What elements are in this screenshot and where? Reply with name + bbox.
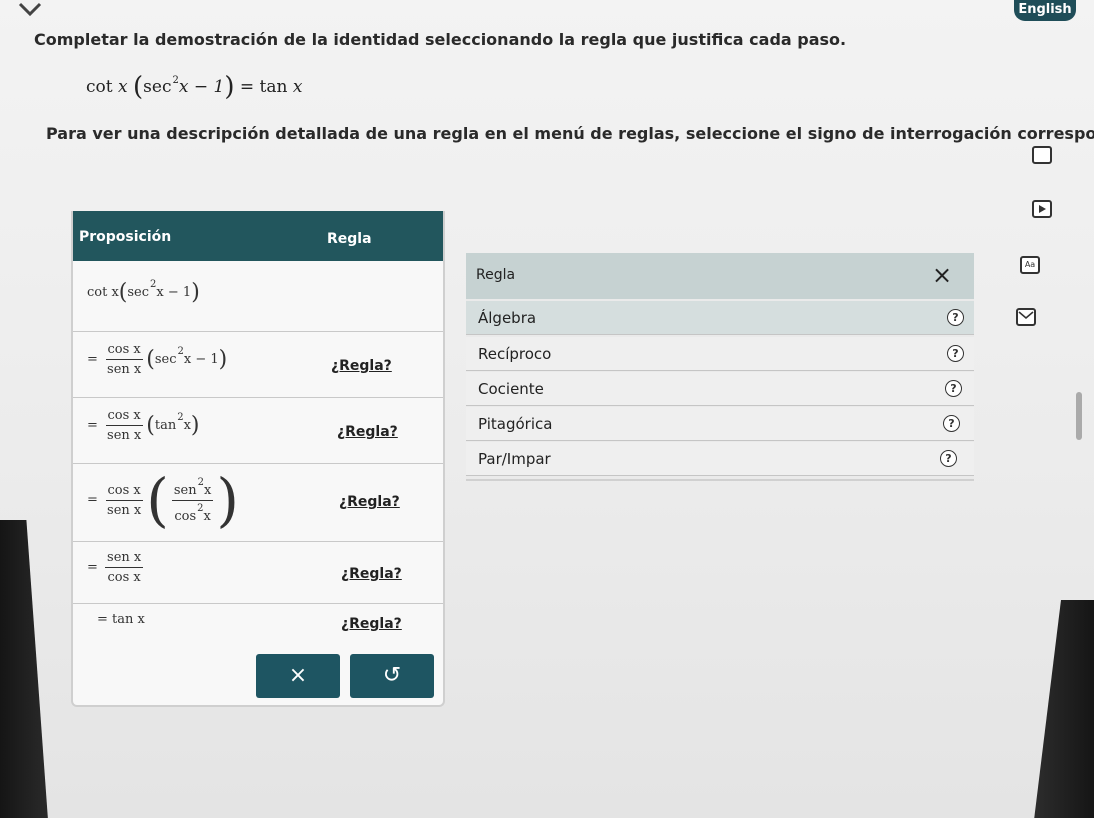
- rules-panel-title: Regla: [476, 267, 516, 283]
- statement-6: = tan x: [97, 612, 145, 627]
- rule-select-6[interactable]: ¿Regla?: [341, 616, 402, 632]
- mail-icon[interactable]: [1016, 308, 1036, 326]
- screen: English Completar la demostración de la …: [0, 0, 1094, 818]
- proof-row-2: = cos x sen x (sec2x − 1) ¿Regla?: [73, 331, 443, 397]
- statement-2: = cos x sen x (sec2x − 1): [87, 342, 228, 377]
- rule-select-5[interactable]: ¿Regla?: [341, 566, 402, 582]
- rule-select-2[interactable]: ¿Regla?: [331, 358, 392, 374]
- stmt4-inner-den-var: x: [203, 508, 211, 524]
- english-language-button[interactable]: English: [1014, 0, 1076, 21]
- stmt5-eq: =: [87, 560, 98, 575]
- rule-item-cociente[interactable]: Cociente ?: [466, 372, 974, 406]
- help-icon[interactable]: ?: [945, 380, 962, 397]
- proof-row-1: cot x(sec2x − 1): [73, 261, 443, 331]
- proof-row-3: = cos x sen x (tan2x) ¿Regla?: [73, 397, 443, 463]
- rules-panel: Regla × Álgebra ? Recíproco ? Cociente ?…: [466, 253, 974, 481]
- stmt4-eq: =: [87, 492, 98, 508]
- stmt2-tail: x − 1: [183, 352, 219, 367]
- identity-rhs-var: x: [292, 77, 303, 97]
- statement-1: cot x(sec2x − 1): [87, 279, 200, 305]
- text-size-icon[interactable]: Aa: [1020, 256, 1040, 274]
- statement-3: = cos x sen x (tan2x): [87, 408, 200, 443]
- stmt1-cot: cot x: [87, 285, 119, 300]
- proof-row-4: = cos x sen x(sen2x cos2x) ¿Regla?: [73, 463, 443, 541]
- stmt3-fraction: cos x sen x: [105, 408, 143, 443]
- stmt5-num: sen x: [105, 550, 144, 568]
- chevron-down-icon[interactable]: [16, 0, 44, 20]
- stmt4-inner-num-var: x: [204, 482, 212, 498]
- statement-4: = cos x sen x(sen2x cos2x): [87, 466, 239, 534]
- rule-label-par-impar: Par/Impar: [478, 450, 551, 468]
- rule-item-par-impar[interactable]: Par/Impar ?: [466, 442, 974, 476]
- help-icon[interactable]: ?: [943, 415, 960, 432]
- rule-item-algebra[interactable]: Álgebra ?: [466, 301, 974, 335]
- identity-var: x: [118, 77, 128, 97]
- help-icon[interactable]: ?: [947, 345, 964, 362]
- stmt2-eq: =: [87, 352, 98, 367]
- rule-label-cociente: Cociente: [478, 380, 544, 398]
- rule-help-instructions: Para ver una descripción detallada de un…: [46, 124, 1094, 143]
- close-icon[interactable]: ×: [932, 261, 952, 289]
- rule-label-pitagorica: Pitagórica: [478, 415, 553, 433]
- identity-minus: x − 1: [178, 77, 225, 97]
- rule-select-4[interactable]: ¿Regla?: [339, 494, 400, 510]
- play-video-icon[interactable]: [1032, 200, 1052, 218]
- stmt3-den: sen x: [107, 428, 142, 443]
- header-proposicion: Proposición: [79, 229, 172, 245]
- envelope-glyph-icon: [1018, 311, 1034, 320]
- stmt2-num: cos x: [105, 342, 143, 360]
- device-bezel-left: [0, 520, 48, 818]
- identity-cot: cot: [86, 77, 113, 97]
- undo-button[interactable]: ↺: [350, 654, 434, 698]
- side-scroll-handle[interactable]: [1076, 392, 1082, 440]
- identity-rhs: = tan: [239, 77, 288, 97]
- stmt4-inner-den: cos: [174, 508, 197, 524]
- stmt5-den: cos x: [107, 570, 141, 585]
- stmt4-den: sen x: [107, 502, 142, 518]
- instructions-text: Completar la demostración de la identida…: [34, 30, 847, 49]
- rules-panel-header: Regla ×: [466, 253, 974, 299]
- stmt3-num: cos x: [105, 408, 143, 426]
- stmt4-num: cos x: [105, 483, 143, 501]
- stmt2-den: sen x: [107, 362, 142, 377]
- stmt1-tail: x − 1: [156, 285, 192, 300]
- rule-item-reciproco[interactable]: Recíproco ?: [466, 337, 974, 371]
- calculator-icon[interactable]: [1032, 146, 1052, 164]
- stmt3-tail: x: [183, 418, 191, 433]
- proof-table: Proposición Regla cot x(sec2x − 1) = cos…: [71, 211, 445, 707]
- device-bezel-right: [1034, 600, 1094, 818]
- clear-button[interactable]: ×: [256, 654, 340, 698]
- proof-row-5: = sen x cos x ¿Regla?: [73, 541, 443, 603]
- rule-item-pitagorica[interactable]: Pitagórica ?: [466, 407, 974, 441]
- identity-expression: cot x (sec2x − 1) = tan x: [86, 72, 303, 102]
- stmt2-fraction: cos x sen x: [105, 342, 143, 377]
- stmt3-eq: =: [87, 418, 98, 433]
- stmt2-sec: sec: [154, 352, 177, 367]
- proof-row-6: = tan x ¿Regla?: [73, 603, 443, 645]
- stmt3-tan: tan: [154, 418, 177, 433]
- stmt1-sec: sec: [127, 285, 150, 300]
- rule-label-algebra: Álgebra: [478, 309, 537, 327]
- proof-table-header: Proposición Regla: [73, 211, 443, 261]
- help-icon[interactable]: ?: [947, 309, 964, 326]
- header-regla: Regla: [327, 231, 372, 247]
- identity-sec: sec: [143, 77, 172, 97]
- statement-5: = sen x cos x: [87, 550, 146, 585]
- stmt4-inner-fraction: sen2x cos2x: [171, 477, 214, 524]
- rule-select-3[interactable]: ¿Regla?: [337, 424, 398, 440]
- play-glyph-icon: [1039, 205, 1046, 213]
- stmt4-inner-num: sen: [173, 482, 197, 498]
- help-icon[interactable]: ?: [940, 450, 957, 467]
- stmt5-fraction: sen x cos x: [105, 550, 144, 585]
- rule-label-reciproco: Recíproco: [478, 345, 552, 363]
- stmt4-fraction: cos x sen x: [105, 483, 143, 518]
